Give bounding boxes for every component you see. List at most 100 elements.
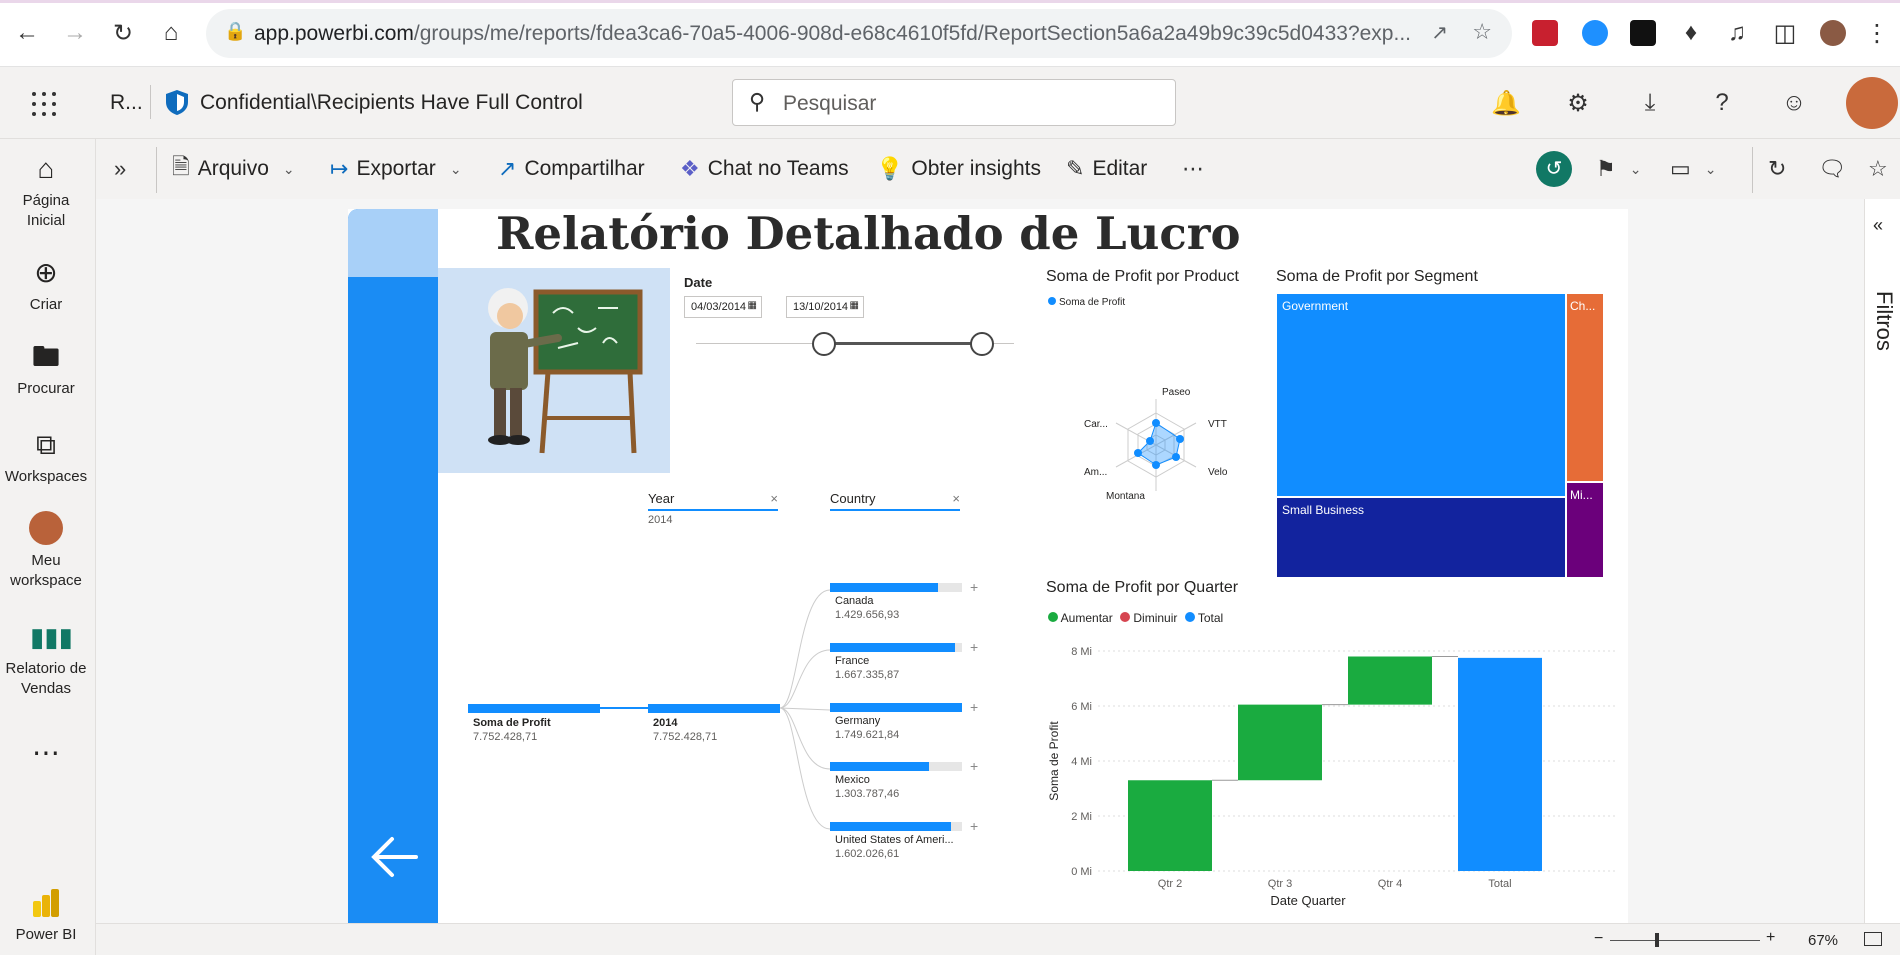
country-bar-track[interactable] [830,762,962,771]
decomp-year-bar[interactable] [648,704,780,713]
country-name: France [835,655,870,667]
search-input[interactable]: ⚲ Pesquisar [732,79,1176,126]
nav-label: Vendas [20,680,72,697]
waterfall-bar-increase[interactable] [1238,704,1322,781]
extension-red-icon[interactable] [1532,20,1558,46]
y-tick-label: 4 Mi [1071,756,1092,768]
zoom-slider-handle[interactable] [1655,933,1659,947]
nav-workspaces[interactable]: ⧉ Workspaces [0,429,92,487]
arquivo-menu[interactable]: 🗎 Arquivo ⌄ [172,153,295,185]
powerbi-logo[interactable]: Power BI [0,887,92,945]
waterfall-bar-total[interactable] [1458,657,1542,871]
address-bar[interactable]: 🔒 app.powerbi.com/groups/me/reports/fdea… [206,9,1512,58]
nav-home[interactable]: ⌂ Página Inicial [0,153,92,231]
nav-browse[interactable]: 🖿 Procurar [0,341,92,399]
treemap-tile-midmarket[interactable]: Mi... [1566,482,1604,578]
zoom-out-icon[interactable]: − [1594,930,1603,948]
nav-create[interactable]: ⊕ Criar [0,257,92,315]
account-avatar[interactable] [1846,77,1898,129]
treemap-tile-government[interactable]: Government [1276,293,1566,497]
collapse-icon[interactable]: « [1873,215,1883,236]
back-icon[interactable]: ← [12,18,42,48]
waterfall-bar-increase[interactable] [1348,656,1432,705]
waterfall-title: Soma de Profit por Quarter [1046,579,1239,596]
avatar [29,511,63,545]
expand-nav-icon[interactable]: » [114,153,126,185]
exportar-menu[interactable]: ↦ Exportar ⌄ [330,153,462,185]
bookmark-menu[interactable]: ⚑ ⌄ [1596,153,1641,185]
treemap-tile-small-business[interactable]: Small Business [1276,497,1566,578]
browser-menu-icon[interactable]: ⋮ [1862,18,1892,48]
nav-label: workspace [10,572,82,589]
extension-blue-icon[interactable] [1582,20,1608,46]
insights-label: Obter insights [911,157,1041,180]
zoom-slider-track[interactable] [1610,940,1760,941]
share-page-icon[interactable]: ↗ [1431,20,1448,45]
bookmark-star-icon[interactable]: ☆ [1472,19,1492,45]
comment-icon[interactable]: 🗨 [1818,153,1846,185]
country-bar-track[interactable] [830,583,962,592]
legend-label: Aumentar [1060,611,1113,625]
insights-button[interactable]: 💡 Obter insights [876,153,1041,185]
treemap-tile-channel[interactable]: Ch... [1566,293,1604,482]
radar-axis-label: Velo [1208,467,1228,478]
nav-my-workspace[interactable]: Meu workspace [0,511,92,591]
more-options-icon[interactable]: ⋯ [1182,153,1204,185]
expand-plus-icon[interactable]: + [970,579,978,595]
app-launcher-icon[interactable] [32,92,56,116]
expand-plus-icon[interactable]: + [970,639,978,655]
filters-pane[interactable]: « Filtros [1864,199,1900,923]
search-placeholder: Pesquisar [783,92,877,115]
teams-chat-button[interactable]: ❖ Chat no Teams [680,153,849,185]
decomp-year-value: 7.752.428,71 [653,731,718,743]
download-icon[interactable]: ⤓ [1634,87,1666,119]
radar-legend-label: Soma de Profit [1059,297,1126,308]
nav-report-vendas[interactable]: ▮▮▮ Relatorio de Vendas [0,621,92,699]
zoom-in-icon[interactable]: + [1766,929,1775,947]
settings-gear-icon[interactable]: ⚙ [1562,87,1594,119]
radar-legend: Soma de Profit [1048,297,1125,308]
decomp-root-bar[interactable] [468,704,600,713]
editar-button[interactable]: ✎ Editar [1066,153,1147,185]
reset-icon[interactable]: ↺ [1536,151,1572,187]
treemap-title: Soma de Profit por Segment [1276,268,1478,285]
plus-circle-icon: ⊕ [34,257,58,288]
refresh-icon[interactable]: ↻ [1768,153,1786,185]
sensitivity-label[interactable]: Confidential\Recipients Have Full Contro… [200,91,583,115]
notifications-bell-icon[interactable]: 🔔 [1490,87,1522,119]
view-menu[interactable]: ▭ ⌄ [1670,153,1717,185]
help-icon[interactable]: ? [1706,87,1738,119]
waterfall-bar-increase[interactable] [1128,780,1212,871]
favorite-star-icon[interactable]: ☆ [1868,153,1888,185]
reload-icon[interactable]: ↻ [108,18,138,48]
lock-icon: 🔒 [224,21,247,41]
radar-chart: Paseo VTT Velo Montana Am... Car... [1084,387,1228,502]
country-bar-track[interactable] [830,703,962,712]
report-breadcrumb[interactable]: R... [110,91,143,115]
expand-plus-icon[interactable]: + [970,818,978,834]
pencil-icon: ✎ [1066,156,1085,181]
treemap-label: Mi... [1570,488,1593,502]
country-bar-track[interactable] [830,822,962,831]
powerbi-icon [30,887,62,919]
extensions-puzzle-icon[interactable]: ♦ [1676,18,1706,48]
legend-label: Diminuir [1133,611,1178,625]
expand-plus-icon[interactable]: + [970,758,978,774]
x-tick-label: Qtr 4 [1378,878,1402,890]
home-browser-icon[interactable]: ⌂ [156,18,186,48]
extension-black-icon[interactable] [1630,20,1656,46]
compartilhar-button[interactable]: ↗ Compartilhar [498,153,645,185]
side-panel-icon[interactable]: ◫ [1770,18,1800,48]
radar-axis-label: Montana [1106,491,1145,502]
country-bar-fill [830,822,952,831]
expand-plus-icon[interactable]: + [970,699,978,715]
country-bar-track[interactable] [830,643,962,652]
forward-icon[interactable]: → [60,18,90,48]
media-queue-icon[interactable]: ♫ [1722,18,1752,48]
profile-avatar[interactable] [1820,20,1846,46]
report-page: Relatório Detalhado de Lucro Date 04/03/… [348,209,1628,923]
fit-page-icon[interactable] [1864,932,1882,946]
country-bar-fill [830,583,939,592]
more-icon[interactable]: ⋯ [0,739,92,767]
feedback-smiley-icon[interactable]: ☺ [1778,87,1810,119]
